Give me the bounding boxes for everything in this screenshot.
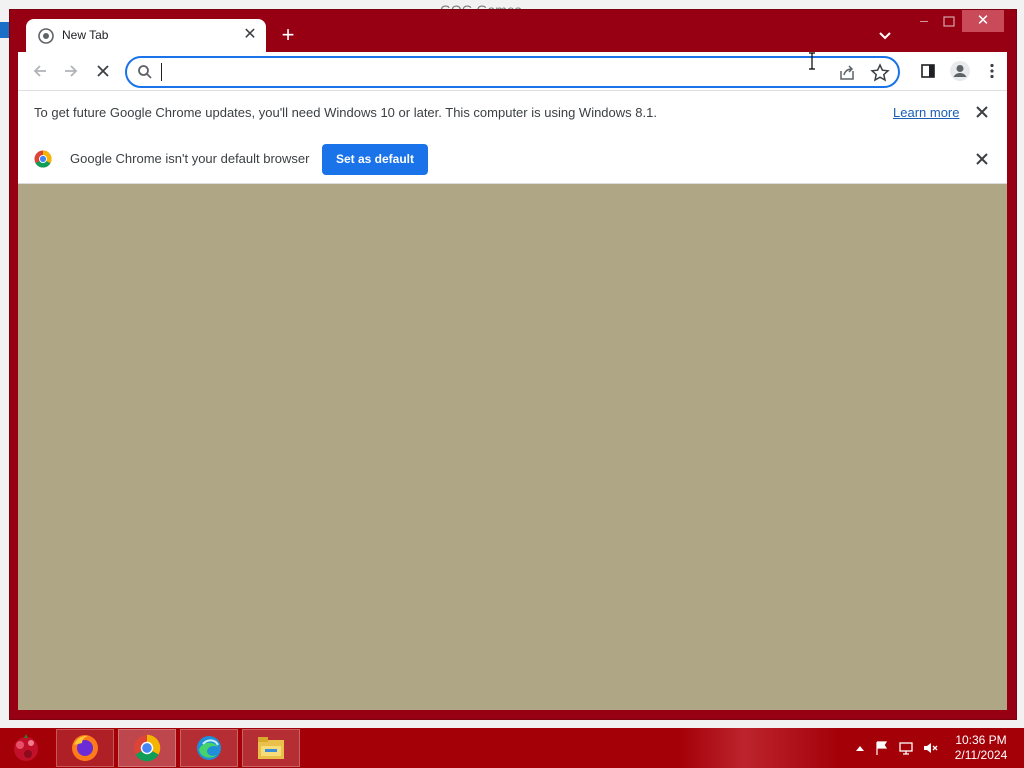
taskbar-wallpaper-art	[680, 728, 840, 768]
maximize-button[interactable]	[938, 12, 960, 32]
taskbar: 10:36 PM 2/11/2024	[0, 728, 1024, 768]
new-tab-button[interactable]: +	[276, 24, 300, 48]
minimize-button[interactable]: –	[910, 12, 938, 32]
default-browser-infobar: Google Chrome isn't your default browser…	[18, 135, 1007, 184]
chrome-menu-button[interactable]	[979, 58, 1005, 84]
chrome-window: New Tab ✕ + – ✕ To get future Google Chr…	[10, 10, 1016, 719]
network-icon[interactable]	[898, 740, 914, 756]
kebab-menu-icon	[990, 63, 994, 79]
default-browser-text: Google Chrome isn't your default browser	[70, 151, 310, 166]
close-x-icon	[97, 65, 109, 77]
learn-more-link[interactable]: Learn more	[893, 105, 959, 120]
tab-strip: New Tab ✕ + – ✕	[10, 10, 1016, 53]
text-cursor-icon	[809, 52, 815, 70]
taskbar-clock[interactable]: 10:36 PM 2/11/2024	[948, 733, 1014, 763]
arrow-left-icon	[33, 65, 46, 77]
avatar-icon	[950, 61, 970, 81]
close-icon[interactable]	[973, 150, 991, 168]
clock-date: 2/11/2024	[954, 748, 1008, 762]
text-caret	[161, 63, 162, 81]
show-hidden-icons-icon[interactable]	[852, 740, 868, 756]
explorer-ribbon-strip	[0, 22, 10, 38]
tab-new-tab[interactable]: New Tab ✕	[26, 19, 266, 53]
side-panel-button[interactable]	[915, 58, 941, 84]
tab-search-chevron-icon[interactable]	[874, 24, 896, 46]
update-warning-infobar: To get future Google Chrome updates, you…	[18, 90, 1007, 136]
tab-close-button[interactable]: ✕	[240, 25, 260, 45]
firefox-icon	[72, 735, 98, 761]
share-icon[interactable]	[835, 61, 859, 85]
tab-title: New Tab	[62, 28, 109, 42]
taskbar-firefox-button[interactable]	[56, 729, 114, 767]
file-explorer-icon	[258, 737, 284, 759]
update-warning-text: To get future Google Chrome updates, you…	[34, 105, 657, 120]
address-input[interactable]	[161, 60, 805, 86]
close-icon[interactable]	[973, 103, 991, 121]
address-bar[interactable]	[125, 56, 900, 88]
action-center-flag-icon[interactable]	[874, 740, 890, 756]
edge-icon	[197, 736, 221, 760]
chrome-icon	[133, 734, 161, 762]
forward-button[interactable]	[58, 58, 84, 84]
bookmark-star-icon[interactable]	[868, 61, 892, 85]
taskbar-chrome-button[interactable]	[118, 729, 176, 767]
stop-loading-button[interactable]	[90, 58, 116, 84]
profile-button[interactable]	[947, 58, 973, 84]
clock-time: 10:36 PM	[955, 733, 1007, 747]
chrome-logo-icon	[34, 150, 52, 168]
browser-toolbar	[18, 52, 1007, 90]
set-as-default-button[interactable]: Set as default	[322, 144, 428, 175]
arrow-right-icon	[65, 65, 78, 77]
start-button[interactable]	[6, 730, 46, 766]
taskbar-edge-button[interactable]	[180, 729, 238, 767]
page-content-area[interactable]	[18, 184, 1007, 710]
taskbar-file-explorer-button[interactable]	[242, 729, 300, 767]
volume-muted-icon[interactable]	[922, 740, 938, 756]
side-panel-icon	[921, 64, 935, 78]
window-close-button[interactable]: ✕	[962, 10, 1004, 32]
search-icon	[138, 65, 152, 79]
chrome-favicon-icon	[38, 28, 54, 44]
back-button[interactable]	[27, 58, 53, 84]
